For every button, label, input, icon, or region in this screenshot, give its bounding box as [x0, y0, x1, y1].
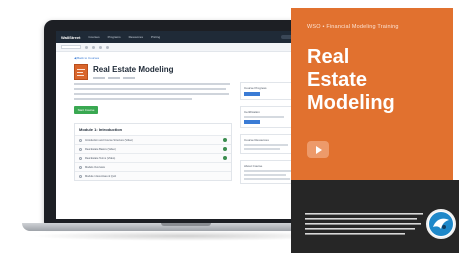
- side-card-line: [244, 170, 292, 172]
- about-card: About Course: [240, 160, 298, 184]
- side-card-line: [244, 144, 288, 146]
- lesson-icon: [79, 174, 82, 178]
- brand-logo-icon: [426, 209, 456, 239]
- description-line: [74, 88, 226, 90]
- course-title: Real Estate Modeling: [93, 64, 174, 74]
- progress-button[interactable]: [244, 92, 260, 96]
- resources-card: Course Resources: [240, 134, 298, 154]
- app-logo[interactable]: WallStreet: [61, 35, 80, 40]
- course-meta: [93, 76, 173, 79]
- cover-title-line: Estate: [307, 69, 368, 91]
- lesson-title: Real Estate Basics (Video): [85, 147, 116, 151]
- certification-card: Certification: [240, 106, 298, 128]
- meta-item: [93, 76, 105, 79]
- side-card-label: Certification: [244, 110, 260, 114]
- nav-link-programs[interactable]: Programs: [108, 35, 121, 39]
- pager-dot[interactable]: [99, 45, 102, 49]
- main-column: ◀ Back to Courses Real Estate Modeling S…: [74, 56, 232, 181]
- screen-body: ◀ Back to Courses Real Estate Modeling S…: [56, 52, 316, 219]
- module-row[interactable]: Module 1 Exercises & Quiz: [75, 171, 231, 180]
- start-course-button[interactable]: Start Course: [74, 106, 98, 114]
- module-row[interactable]: Introduction and Course Structure (Video…: [75, 135, 231, 144]
- meta-item: [108, 76, 120, 79]
- lesson-status-icon: [223, 156, 227, 160]
- side-column: Course Progress Certification Course Res…: [240, 82, 298, 190]
- course-description: [74, 83, 232, 100]
- description-line: [74, 93, 229, 95]
- meta-item: [123, 76, 135, 79]
- side-card-label: Course Resources: [244, 138, 269, 142]
- category-select[interactable]: [61, 45, 81, 49]
- description-line: [74, 98, 192, 100]
- side-card-line: [244, 178, 290, 180]
- lesson-status-icon: [223, 147, 227, 151]
- progress-card: Course Progress: [240, 82, 298, 100]
- play-triangle: [316, 146, 322, 154]
- side-card-label: About Course: [244, 164, 263, 168]
- cover-overline: WSO • Financial Modeling Training: [307, 24, 399, 30]
- thumbnail-line: [77, 75, 84, 76]
- pager-dot[interactable]: [85, 45, 88, 49]
- pager-dot[interactable]: [106, 45, 109, 49]
- laptop-notch: [161, 223, 211, 226]
- description-line: [74, 83, 230, 85]
- thumbnail-line: [77, 72, 83, 73]
- cover-title-line: Modeling: [307, 92, 395, 114]
- lesson-icon: [79, 165, 82, 169]
- module-row[interactable]: Real Estate Terms (Video): [75, 153, 231, 162]
- cover-title-line: Real: [307, 46, 350, 68]
- brand-logo-graphic: [429, 212, 453, 236]
- lesson-title: Real Estate Terms (Video): [85, 156, 116, 160]
- sub-toolbar: [56, 43, 316, 52]
- side-card-line: [244, 148, 280, 150]
- module-row[interactable]: Real Estate Basics (Video): [75, 144, 231, 153]
- course-cover: WSO • Financial Modeling Training Real E…: [291, 8, 453, 180]
- play-icon[interactable]: [307, 141, 329, 158]
- nav-link-courses[interactable]: Courses: [88, 35, 99, 39]
- thumbnail-line: [77, 69, 85, 70]
- app-topbar: WallStreet Courses Programs Resources Pr…: [56, 31, 316, 43]
- module-panel: Module 1: Introduction Introduction and …: [74, 123, 232, 181]
- laptop-screen: WallStreet Courses Programs Resources Pr…: [56, 31, 316, 219]
- nav-link-pricing[interactable]: Pricing: [151, 35, 160, 39]
- nav-link-resources[interactable]: Resources: [129, 35, 143, 39]
- side-card-label: Course Progress: [244, 86, 267, 90]
- module-title[interactable]: Module 1: Introduction: [75, 124, 231, 135]
- side-card-line: [244, 116, 284, 118]
- lesson-title: Module 1 Exercises & Quiz: [85, 174, 117, 178]
- certification-button[interactable]: [244, 120, 260, 124]
- panel-text-lines: [305, 213, 423, 235]
- module-row[interactable]: Models Overview: [75, 162, 231, 171]
- course-header: Real Estate Modeling: [74, 64, 232, 80]
- breadcrumb[interactable]: ◀ Back to Courses: [74, 56, 232, 60]
- cover-title: Real Estate Modeling: [307, 46, 447, 115]
- course-thumbnail: [74, 64, 88, 80]
- lesson-icon: [79, 147, 82, 151]
- pager-dot[interactable]: [92, 45, 95, 49]
- lesson-status-icon: [223, 138, 227, 142]
- lesson-title: Introduction and Course Structure (Video…: [85, 138, 133, 142]
- panel-description: [305, 213, 425, 245]
- side-card-line: [244, 174, 286, 176]
- lesson-icon: [79, 138, 82, 142]
- lesson-title: Models Overview: [85, 165, 105, 169]
- lesson-icon: [79, 156, 82, 160]
